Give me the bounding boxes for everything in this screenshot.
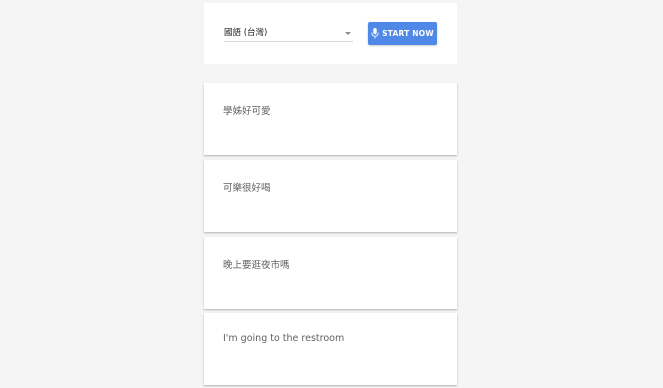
phrase-card[interactable]: I'm going to the restroom: [204, 313, 457, 385]
dropdown-caret-icon: [345, 32, 351, 35]
language-select[interactable]: 國語 (台灣): [224, 25, 353, 42]
phrase-text: 晚上要逛夜市嗎: [223, 260, 290, 271]
control-card: 國語 (台灣) START NOW: [204, 3, 457, 64]
phrase-text: 學姊好可愛: [223, 106, 271, 117]
language-select-value: 國語 (台灣): [224, 28, 268, 38]
phrase-card[interactable]: 可樂很好喝: [204, 160, 457, 232]
phrase-card[interactable]: 晚上要逛夜市嗎: [204, 237, 457, 309]
start-now-label: START NOW: [382, 29, 434, 38]
phrase-text: 可樂很好喝: [223, 183, 271, 194]
start-now-button[interactable]: START NOW: [368, 22, 437, 45]
microphone-icon: [371, 28, 379, 39]
phrase-text: I'm going to the restroom: [223, 333, 345, 344]
page: 國語 (台灣) START NOW 學姊好可愛 可樂很好喝 晚上要逛夜市嗎 I'…: [0, 0, 663, 388]
phrase-card[interactable]: 學姊好可愛: [204, 83, 457, 155]
